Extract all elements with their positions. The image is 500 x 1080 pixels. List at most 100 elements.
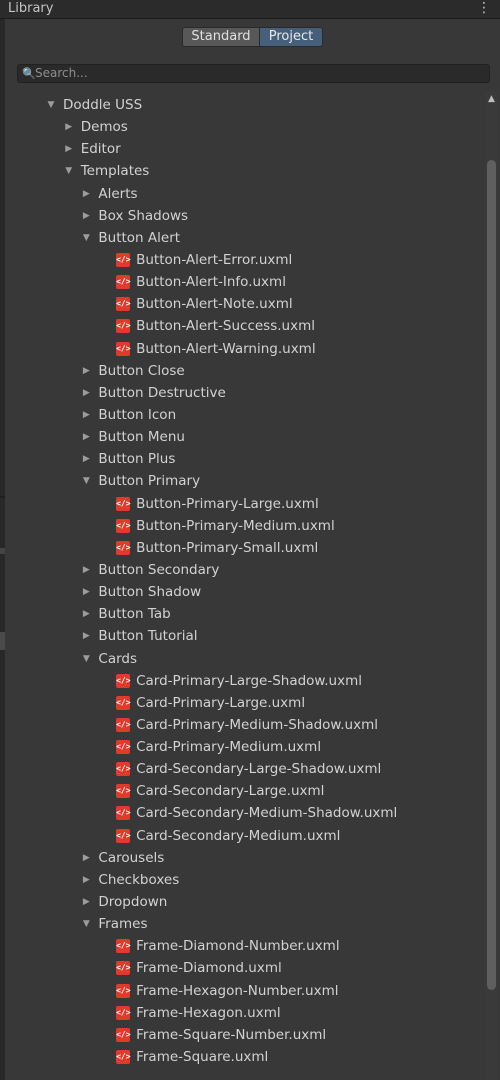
- collapse-right-icon[interactable]: ▶: [62, 116, 76, 138]
- splitter-handle[interactable]: [0, 548, 5, 554]
- tree-folder-item[interactable]: ▶ Button Tutorial: [10, 625, 480, 647]
- tree-file-item[interactable]: </> Frame-Diamond-Number.uxml: [10, 935, 480, 957]
- tree-item-label: Templates: [80, 163, 150, 180]
- vertical-scrollbar[interactable]: ▲: [485, 92, 498, 1080]
- expand-down-icon[interactable]: ▼: [79, 648, 93, 670]
- collapse-right-icon[interactable]: ▶: [79, 847, 93, 869]
- tree-item-label: Cards: [98, 650, 138, 667]
- tree-folder-item[interactable]: ▶ Button Tab: [10, 603, 480, 625]
- splitter-handle[interactable]: [0, 632, 5, 650]
- tree-folder-item[interactable]: ▼ Button Primary: [10, 470, 480, 492]
- tree-folder-item[interactable]: ▼ Doddle USS: [10, 94, 480, 116]
- tree-file-item[interactable]: </> Frame-Diamond.uxml: [10, 957, 480, 979]
- tree-file-item[interactable]: </> Frame-Square-Number.uxml: [10, 1024, 480, 1046]
- tree-folder-item[interactable]: ▶ Button Menu: [10, 426, 480, 448]
- collapse-right-icon[interactable]: ▶: [79, 625, 93, 647]
- tree-file-item[interactable]: </> Card-Secondary-Medium.uxml: [10, 825, 480, 847]
- collapse-right-icon[interactable]: ▶: [79, 205, 93, 227]
- tree-folder-item[interactable]: ▶ Button Shadow: [10, 581, 480, 603]
- tree-folder-item[interactable]: ▼ Frames: [10, 913, 480, 935]
- tree-folder-item[interactable]: ▶ Demos: [10, 116, 480, 138]
- tree-file-item[interactable]: </> Button-Alert-Success.uxml: [10, 315, 480, 337]
- tree-file-item[interactable]: </> Card-Primary-Medium-Shadow.uxml: [10, 714, 480, 736]
- tree-file-item[interactable]: </> Card-Secondary-Large.uxml: [10, 780, 480, 802]
- collapse-right-icon[interactable]: ▶: [79, 183, 93, 205]
- tree-file-item[interactable]: </> Button-Alert-Warning.uxml: [10, 338, 480, 360]
- scroll-up-icon[interactable]: ▲: [485, 92, 498, 106]
- tree-file-item[interactable]: </> Button-Primary-Small.uxml: [10, 537, 480, 559]
- tree-file-item[interactable]: </> Button-Alert-Error.uxml: [10, 249, 480, 271]
- tree-file-item[interactable]: </> Button-Alert-Info.uxml: [10, 271, 480, 293]
- project-toggle-button[interactable]: Project: [260, 27, 323, 47]
- tree-file-item[interactable]: </> Button-Alert-Note.uxml: [10, 293, 480, 315]
- tree-file-item[interactable]: </> Button-Primary-Medium.uxml: [10, 515, 480, 537]
- tree-folder-item[interactable]: ▼ Templates: [10, 160, 480, 182]
- tree-folder-item[interactable]: ▼ Cards: [10, 648, 480, 670]
- collapse-right-icon[interactable]: ▶: [79, 360, 93, 382]
- collapse-right-icon[interactable]: ▶: [79, 448, 93, 470]
- tree-folder-item[interactable]: ▶ Box Shadows: [10, 205, 480, 227]
- tree-file-item[interactable]: </> Frame-Hexagon-Number.uxml: [10, 980, 480, 1002]
- tree-item-label: Card-Primary-Large.uxml: [136, 694, 306, 711]
- tree-item-label: Frame-Diamond-Number.uxml: [136, 938, 340, 955]
- uxml-file-icon: </>: [116, 341, 131, 356]
- tree-folder-item[interactable]: ▶ Alerts: [10, 183, 480, 205]
- expand-down-icon[interactable]: ▼: [79, 913, 93, 935]
- tree-file-item[interactable]: </> Card-Secondary-Medium-Shadow.uxml: [10, 802, 480, 824]
- tree-file-item[interactable]: </> Frame-Hexagon.uxml: [10, 1002, 480, 1024]
- uxml-file-icon: </>: [116, 540, 131, 555]
- collapse-right-icon[interactable]: ▶: [79, 891, 93, 913]
- scrollbar-thumb[interactable]: [487, 160, 496, 990]
- expand-down-icon[interactable]: ▼: [62, 160, 76, 182]
- collapse-right-icon[interactable]: ▶: [79, 382, 93, 404]
- tree-item-label: Button Tutorial: [98, 628, 198, 645]
- uxml-file-icon: </>: [116, 297, 131, 312]
- tree-item-label: Frame-Diamond.uxml: [136, 960, 282, 977]
- tree-file-item[interactable]: </> Card-Primary-Large-Shadow.uxml: [10, 670, 480, 692]
- tree-folder-item[interactable]: ▼ Button Alert: [10, 227, 480, 249]
- expand-down-icon[interactable]: ▼: [79, 470, 93, 492]
- tree-file-item[interactable]: </> Button-Primary-Large.uxml: [10, 493, 480, 515]
- tree-item-label: Button Alert: [98, 229, 181, 246]
- tree-file-item[interactable]: </> Card-Primary-Medium.uxml: [10, 736, 480, 758]
- expand-down-icon[interactable]: ▼: [79, 227, 93, 249]
- tree-folder-item[interactable]: ▶ Checkboxes: [10, 869, 480, 891]
- tree-item-label: Dropdown: [98, 894, 168, 911]
- tree-folder-item[interactable]: ▶ Button Plus: [10, 448, 480, 470]
- uxml-file-icon: </>: [116, 762, 131, 777]
- tree-item-label: Card-Secondary-Medium-Shadow.uxml: [136, 805, 398, 822]
- more-vert-icon[interactable]: ⋮: [477, 0, 491, 17]
- collapse-right-icon[interactable]: ▶: [79, 869, 93, 891]
- collapse-right-icon[interactable]: ▶: [62, 138, 76, 160]
- tree-file-item[interactable]: </> Card-Primary-Large.uxml: [10, 692, 480, 714]
- uxml-file-icon: </>: [116, 784, 131, 799]
- collapse-right-icon[interactable]: ▶: [79, 581, 93, 603]
- tree-item-label: Box Shadows: [98, 207, 189, 224]
- collapse-right-icon[interactable]: ▶: [79, 426, 93, 448]
- tree-folder-item[interactable]: ▶ Editor: [10, 138, 480, 160]
- tree-folder-item[interactable]: ▶ Carousels: [10, 847, 480, 869]
- uxml-file-icon: </>: [116, 961, 131, 976]
- expand-down-icon[interactable]: ▼: [44, 94, 58, 116]
- tree-item-label: Button-Alert-Success.uxml: [136, 318, 315, 335]
- tree-item-label: Frame-Square.uxml: [136, 1049, 269, 1066]
- tree-item-label: Card-Secondary-Large.uxml: [136, 783, 325, 800]
- uxml-file-icon: </>: [116, 983, 131, 998]
- tree-folder-item[interactable]: ▶ Button Close: [10, 360, 480, 382]
- tree-file-item[interactable]: </> Card-Secondary-Large-Shadow.uxml: [10, 758, 480, 780]
- tree-item-label: Button Shadow: [98, 584, 202, 601]
- collapse-right-icon[interactable]: ▶: [79, 603, 93, 625]
- standard-toggle-button[interactable]: Standard: [182, 27, 260, 47]
- window-title: Library: [8, 1, 54, 16]
- collapse-right-icon[interactable]: ▶: [79, 404, 93, 426]
- tree-item-label: Frames: [98, 916, 148, 933]
- tree-file-item[interactable]: </> Frame-Square.uxml: [10, 1046, 480, 1068]
- search-input[interactable]: 🔍 Search...: [17, 64, 490, 83]
- tree-item-label: Alerts: [98, 185, 138, 202]
- collapse-right-icon[interactable]: ▶: [79, 559, 93, 581]
- tree-folder-item[interactable]: ▶ Button Icon: [10, 404, 480, 426]
- uxml-file-icon: </>: [116, 673, 131, 688]
- tree-folder-item[interactable]: ▶ Dropdown: [10, 891, 480, 913]
- tree-folder-item[interactable]: ▶ Button Destructive: [10, 382, 480, 404]
- tree-folder-item[interactable]: ▶ Button Secondary: [10, 559, 480, 581]
